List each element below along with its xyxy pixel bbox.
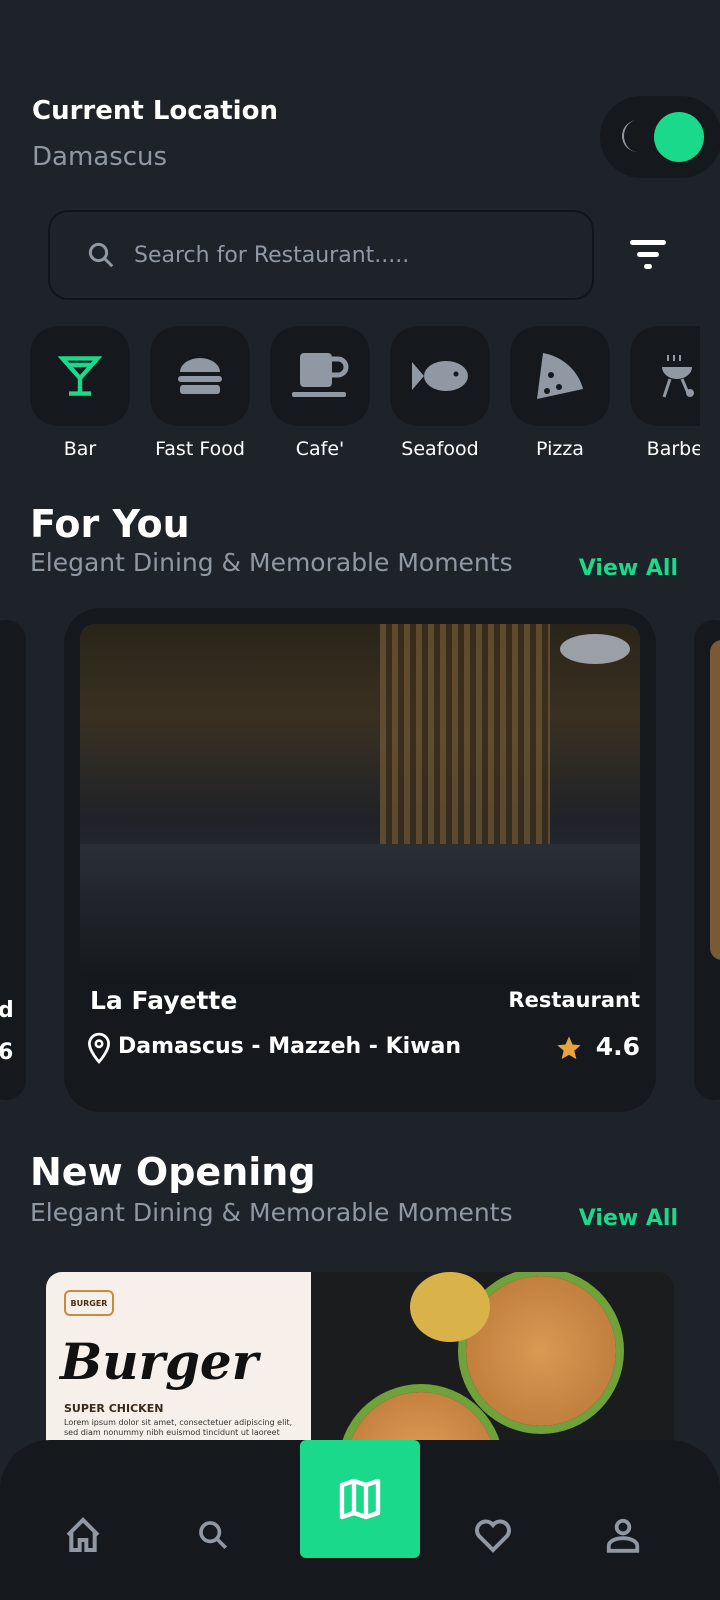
nav-search[interactable]	[188, 1510, 238, 1560]
search-input[interactable]	[134, 242, 554, 268]
toggle-knob	[654, 112, 704, 162]
moon-icon	[622, 120, 638, 152]
search-icon	[88, 242, 114, 268]
location-city[interactable]: Damascus	[32, 142, 167, 172]
banner-headline: Burger	[60, 1332, 259, 1391]
restaurant-type: Restaurant	[508, 988, 640, 1012]
nav-home[interactable]	[58, 1510, 108, 1560]
cocktail-icon	[58, 356, 102, 396]
home-icon	[66, 1517, 100, 1552]
heart-icon	[475, 1519, 511, 1553]
search-bar[interactable]	[48, 210, 594, 300]
view-all-new-opening[interactable]: View All	[579, 1206, 678, 1231]
coffee-icon	[292, 353, 349, 397]
restaurant-rating: 4.6	[595, 1032, 640, 1061]
restaurant-card-prev[interactable]: d 6	[0, 620, 26, 1100]
section-subtitle: Elegant Dining & Memorable Moments	[30, 1198, 513, 1227]
new-opening-banner[interactable]: BURGER Burger SUPER CHICKEN Lorem ipsum …	[46, 1272, 674, 1452]
burger-icon	[178, 358, 222, 394]
category-cafe[interactable]: Cafe'	[270, 326, 370, 466]
filter-icon[interactable]	[628, 238, 668, 272]
restaurant-location: Damascus - Mazzeh - Kiwan	[118, 1034, 462, 1059]
location-pin-icon	[88, 1032, 110, 1064]
dark-mode-toggle[interactable]	[600, 96, 720, 178]
fish-icon	[412, 361, 468, 391]
map-icon	[339, 1478, 381, 1520]
star-icon	[557, 1036, 581, 1060]
restaurant-name: La Fayette	[90, 986, 238, 1015]
search-icon	[199, 1521, 228, 1550]
category-list: Bar Fast Food Cafe' Seafood Pizza Barbec	[30, 326, 700, 466]
nav-map-button[interactable]	[300, 1440, 420, 1558]
category-bar[interactable]: Bar	[30, 326, 130, 466]
category-pizza[interactable]: Pizza	[510, 326, 610, 466]
burger-logo: BURGER	[64, 1290, 114, 1316]
nav-profile[interactable]	[598, 1510, 648, 1560]
category-barbecue[interactable]: Barbec	[630, 326, 700, 466]
section-subtitle: Elegant Dining & Memorable Moments	[30, 548, 513, 577]
nav-favorites[interactable]	[468, 1510, 518, 1560]
pizza-icon	[537, 353, 583, 399]
category-seafood[interactable]: Seafood	[390, 326, 490, 466]
section-title-for-you: For You	[30, 502, 190, 546]
restaurant-card[interactable]: La Fayette Restaurant Damascus - Mazzeh …	[64, 608, 656, 1112]
view-all-for-you[interactable]: View All	[579, 556, 678, 581]
grill-icon	[662, 355, 694, 398]
restaurant-photo	[80, 624, 640, 984]
category-fast-food[interactable]: Fast Food	[150, 326, 250, 466]
section-title-new-opening: New Opening	[30, 1150, 316, 1194]
restaurant-card-next[interactable]	[694, 620, 720, 1100]
user-icon	[606, 1518, 640, 1553]
location-label: Current Location	[32, 96, 278, 126]
